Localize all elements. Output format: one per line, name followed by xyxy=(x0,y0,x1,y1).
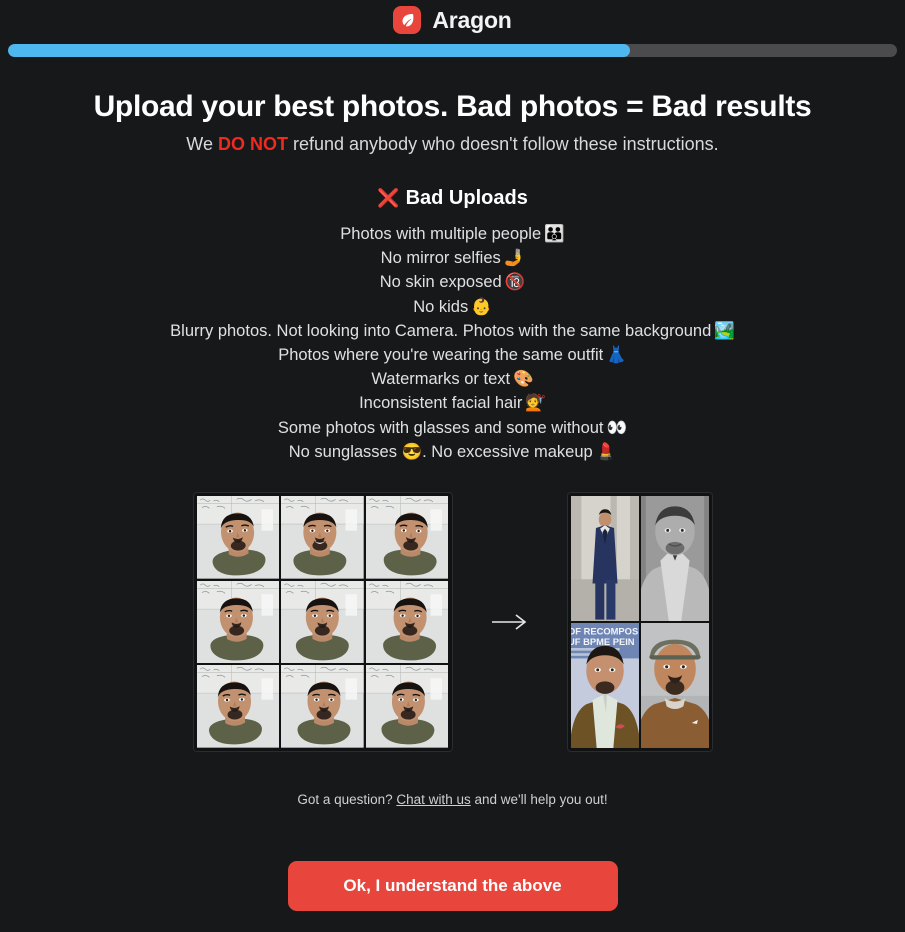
help-line: Got a question? Chat with us and we'll h… xyxy=(0,792,905,807)
page-subtitle: We DO NOT refund anybody who doesn't fol… xyxy=(0,134,905,155)
generated-cell xyxy=(640,496,709,622)
rule-emoji-icon: 🤳 xyxy=(503,249,525,268)
help-prefix: Got a question? xyxy=(297,792,397,808)
rule-text: No mirror selfies xyxy=(380,249,501,268)
selfie-photo xyxy=(365,665,449,749)
bad-uploads-rule-list: Photos with multiple people 👪 No mirror se… xyxy=(0,222,905,464)
progress-track xyxy=(8,44,897,57)
svg-text:RSUF BPME PEIN: RSUF BPME PEIN xyxy=(571,637,635,647)
selfie-cell xyxy=(196,665,280,749)
rule-item: Some photos with glasses and some withou… xyxy=(0,416,905,440)
cross-mark-icon: ❌ xyxy=(377,188,400,208)
selfie-photo xyxy=(196,496,280,579)
rule-item: No mirror selfies 🤳 xyxy=(0,246,905,270)
rule-emoji-icon: 🔞 xyxy=(504,273,526,292)
progress-bar xyxy=(0,40,905,57)
bad-uploads-title-text: Bad Uploads xyxy=(405,187,528,209)
generated-cell xyxy=(640,623,709,749)
rule-text: No kids xyxy=(413,297,469,316)
rule-text: No sunglasses 😎. No excessive makeup xyxy=(288,442,593,461)
generated-photo xyxy=(640,496,709,622)
selfie-photo xyxy=(196,580,280,664)
progress-fill xyxy=(8,44,631,57)
svg-text:OFOF RECOMPOS: OFOF RECOMPOS xyxy=(571,626,638,636)
examples-row: OFOF RECOMPOS RSUF BPME PEIN xyxy=(0,493,905,752)
acknowledge-button[interactable]: Ok, I understand the above xyxy=(287,861,618,912)
leaf-icon xyxy=(393,6,422,34)
rule-text: Watermarks or text xyxy=(371,370,511,389)
rule-text: Blurry photos. Not looking into Camera. … xyxy=(170,321,712,340)
rule-emoji-icon: 🎨 xyxy=(513,370,534,389)
arrow-right-icon xyxy=(490,610,530,634)
selfie-photo xyxy=(365,580,449,664)
rule-item: Photos with multiple people 👪 xyxy=(0,222,905,246)
rule-emoji-icon: 👗 xyxy=(606,346,627,365)
rule-text: Photos with multiple people xyxy=(340,225,542,243)
selfie-photo xyxy=(281,580,364,664)
cta-row: Ok, I understand the above xyxy=(0,861,905,912)
generated-cell xyxy=(570,496,639,622)
rule-text: Inconsistent facial hair xyxy=(359,394,523,413)
uploaded-selfie-grid xyxy=(193,493,452,752)
brand-bar: Aragon xyxy=(0,0,905,40)
chat-with-us-link[interactable]: Chat with us xyxy=(396,792,470,807)
generated-photo xyxy=(640,623,709,749)
rule-text: Photos where you're wearing the same out… xyxy=(278,346,604,365)
rule-emoji-icon: 👶 xyxy=(471,297,492,316)
selfie-cell xyxy=(365,665,449,749)
rule-item: Blurry photos. Not looking into Camera. … xyxy=(0,319,905,343)
subtitle-suffix: refund anybody who doesn't follow these … xyxy=(287,134,719,154)
generated-headshot-grid: OFOF RECOMPOS RSUF BPME PEIN xyxy=(567,493,712,752)
generated-photo xyxy=(570,496,639,622)
rule-item: No skin exposed 🔞 xyxy=(0,270,905,294)
selfie-cell xyxy=(365,580,449,664)
subtitle-emphasis: DO NOT xyxy=(217,134,288,154)
help-suffix: and we'll help you out! xyxy=(470,792,608,808)
rule-item: Inconsistent facial hair 💇 xyxy=(0,391,905,415)
selfie-cell xyxy=(196,496,280,579)
generated-photo: OFOF RECOMPOS RSUF BPME PEIN xyxy=(570,623,639,749)
subtitle-prefix: We xyxy=(186,134,218,154)
selfie-cell xyxy=(196,580,280,664)
generated-cell: OFOF RECOMPOS RSUF BPME PEIN xyxy=(570,623,639,749)
selfie-photo xyxy=(365,496,449,579)
brand-name: Aragon xyxy=(432,6,512,33)
selfie-cell xyxy=(281,580,364,664)
rule-item: No sunglasses 😎. No excessive makeup 💄 xyxy=(0,440,905,464)
rule-text: Some photos with glasses and some withou… xyxy=(277,418,604,437)
rule-item: No kids 👶 xyxy=(0,295,905,319)
rule-text: No skin exposed xyxy=(379,273,502,292)
selfie-cell xyxy=(281,496,364,579)
selfie-photo xyxy=(196,665,280,749)
page-title: Upload your best photos. Bad photos = Ba… xyxy=(93,90,812,123)
rule-emoji-icon: 💄 xyxy=(595,442,617,461)
rule-emoji-icon: 💇 xyxy=(525,394,546,413)
rule-emoji-icon: 👀 xyxy=(606,418,628,437)
rule-emoji-icon: 🏞️ xyxy=(714,321,735,340)
selfie-cell xyxy=(365,496,449,579)
rule-item: Photos where you're wearing the same out… xyxy=(0,343,905,367)
rule-emoji-icon: 👪 xyxy=(544,225,565,243)
selfie-cell xyxy=(281,665,364,749)
selfie-photo xyxy=(281,496,364,579)
selfie-photo xyxy=(281,665,364,749)
bad-uploads-title: ❌ Bad Uploads xyxy=(0,187,905,210)
rule-item: Watermarks or text 🎨 xyxy=(0,367,905,391)
